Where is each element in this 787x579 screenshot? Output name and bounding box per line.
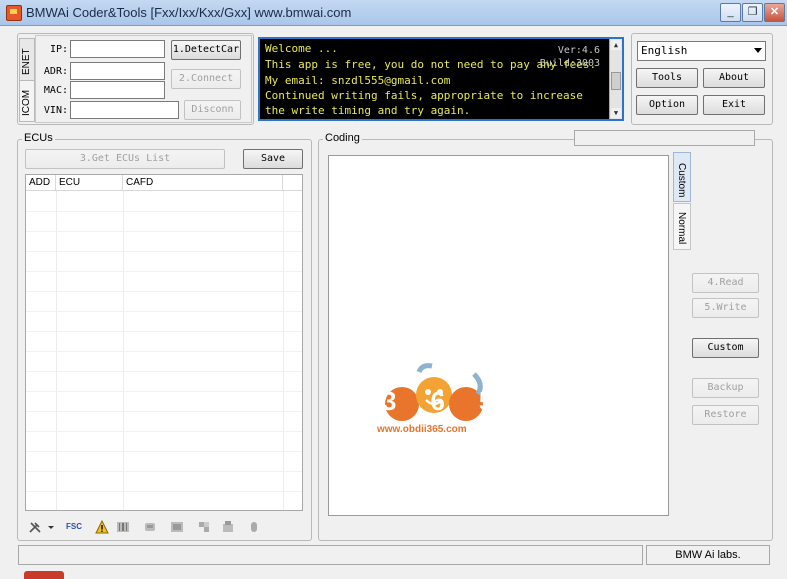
tools-icon[interactable] xyxy=(28,520,42,534)
backup-button[interactable]: Backup xyxy=(692,378,759,398)
puzzle-icon[interactable] xyxy=(197,520,211,534)
fsc-icon[interactable]: FSC xyxy=(66,520,84,534)
detect-car-button[interactable]: 1.DetectCar xyxy=(171,40,241,60)
scroll-up-icon[interactable]: ▲ xyxy=(611,40,621,50)
ecu-table[interactable]: ADD ECU CAFD xyxy=(25,174,303,511)
scroll-down-icon[interactable]: ▼ xyxy=(611,108,621,118)
chevron-down-icon[interactable] xyxy=(46,520,56,534)
minimize-button[interactable]: _ xyxy=(720,3,741,22)
row-divider xyxy=(26,431,302,432)
row-divider xyxy=(26,251,302,252)
language-select-value: English xyxy=(641,44,688,57)
custom-button[interactable]: Custom xyxy=(692,338,759,358)
row-divider xyxy=(26,231,302,232)
status-bar-right: BMW Ai labs. xyxy=(646,545,770,565)
row-divider xyxy=(26,271,302,272)
tools-button[interactable]: Tools xyxy=(636,68,698,88)
tab-enet-label: ENET xyxy=(21,48,32,75)
warning-icon[interactable] xyxy=(95,519,109,534)
row-divider xyxy=(26,291,302,292)
build-text: Build:3003 xyxy=(539,58,600,69)
ecus-group-label: ECUs xyxy=(22,132,55,144)
app-icon xyxy=(6,5,22,21)
adr-input[interactable] xyxy=(70,62,165,80)
close-button[interactable]: ✕ xyxy=(764,3,785,22)
coding-area[interactable]: 365 www.obdii365.com xyxy=(328,155,669,516)
coding-group-label: Coding xyxy=(323,132,362,144)
row-divider xyxy=(26,391,302,392)
component-icon[interactable] xyxy=(221,520,235,534)
row-divider xyxy=(26,471,302,472)
hand-icon[interactable] xyxy=(247,520,261,534)
module-icon[interactable] xyxy=(170,520,184,534)
row-divider xyxy=(26,371,302,372)
ip-label: IP: xyxy=(49,44,68,55)
window-title: BMWAi Coder&Tools [Fxx/Ixx/Kxx/Gxx] www.… xyxy=(26,5,352,20)
console-scrollbar[interactable]: ▲ ▼ xyxy=(609,39,622,119)
vin-input[interactable] xyxy=(70,101,179,119)
watermark-logo: 365 www.obdii365.com xyxy=(374,362,494,442)
progress-bar xyxy=(574,130,755,146)
write-button[interactable]: 5.Write xyxy=(692,298,759,318)
connect-button[interactable]: 2.Connect xyxy=(171,69,241,89)
tab-custom[interactable]: Custom xyxy=(673,152,691,202)
app-window: BMWAi Coder&Tools [Fxx/Ixx/Kxx/Gxx] www.… xyxy=(0,0,787,579)
adr-label: ADR: xyxy=(43,66,68,77)
column-header-filler xyxy=(283,175,302,191)
tab-icom[interactable]: ICOM xyxy=(19,80,35,122)
row-divider xyxy=(26,451,302,452)
mac-label: MAC: xyxy=(43,85,68,96)
console-line: Continued writing fails, appropriate to … xyxy=(265,89,583,102)
tab-custom-label: Custom xyxy=(676,163,687,198)
watermark-brand: 365 xyxy=(382,386,528,416)
row-divider xyxy=(26,311,302,312)
column-header-add[interactable]: ADD xyxy=(26,175,56,191)
status-bar-left xyxy=(18,545,643,565)
tab-normal[interactable]: Normal xyxy=(673,203,691,250)
watermark-url: www.obdii365.com xyxy=(377,424,467,435)
row-divider xyxy=(26,211,302,212)
console-line: Welcome ... xyxy=(265,42,338,55)
about-button[interactable]: About xyxy=(703,68,765,88)
row-divider xyxy=(26,491,302,492)
exit-button[interactable]: Exit xyxy=(703,95,765,115)
mac-input[interactable] xyxy=(70,81,165,99)
scroll-thumb[interactable] xyxy=(611,72,621,90)
tab-normal-label: Normal xyxy=(676,212,687,245)
title-bar[interactable]: BMWAi Coder&Tools [Fxx/Ixx/Kxx/Gxx] www.… xyxy=(0,0,787,26)
column-header-cafd[interactable]: CAFD xyxy=(123,175,283,191)
log-console: Welcome ... This app is free, you do not… xyxy=(258,37,624,121)
row-divider xyxy=(26,351,302,352)
row-divider xyxy=(26,331,302,332)
row-divider xyxy=(26,411,302,412)
barcode-icon[interactable] xyxy=(116,520,130,534)
restore-button[interactable]: Restore xyxy=(692,405,759,425)
console-line: My email: snzdl555@gmail.com xyxy=(265,74,451,87)
ip-input[interactable] xyxy=(70,40,165,58)
version-text: Ver:4.6 xyxy=(557,45,600,56)
read-button[interactable]: 4.Read xyxy=(692,273,759,293)
console-line: the write timing and try again. xyxy=(265,104,471,117)
restore-button[interactable]: ❐ xyxy=(742,3,763,22)
option-button[interactable]: Option xyxy=(636,95,698,115)
save-button[interactable]: Save xyxy=(243,149,303,169)
car-key-icon[interactable] xyxy=(143,520,157,534)
tab-enet[interactable]: ENET xyxy=(19,38,35,81)
taskbar-app-icon xyxy=(24,571,64,579)
column-header-ecu[interactable]: ECU xyxy=(56,175,123,191)
vin-label: VIN: xyxy=(43,105,68,116)
language-select[interactable]: English xyxy=(637,41,766,61)
get-ecus-list-button[interactable]: 3.Get ECUs List xyxy=(25,149,225,169)
chevron-down-icon xyxy=(754,48,762,53)
tab-icom-label: ICOM xyxy=(21,89,32,116)
disconnect-button[interactable]: Disconn xyxy=(184,100,241,120)
